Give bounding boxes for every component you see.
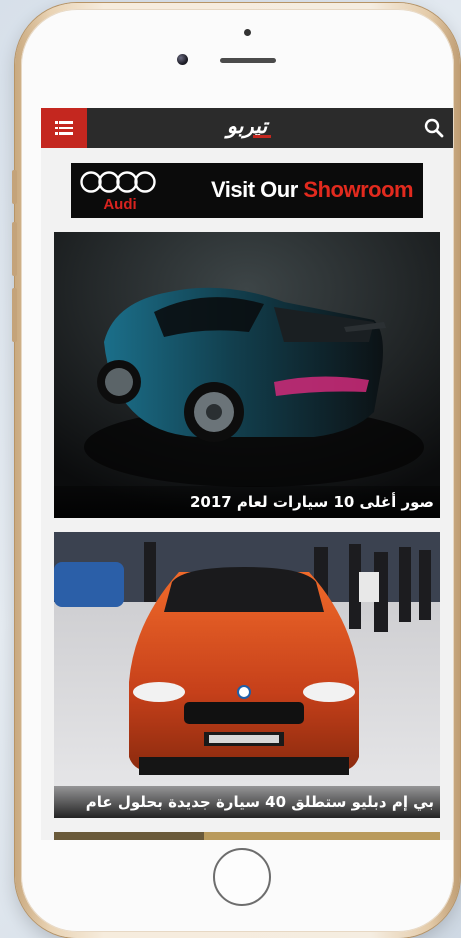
article-card[interactable]: بي إم دبليو ستطلق 40 سيارة جديدة بحلول ع… (54, 532, 440, 818)
article-card[interactable] (54, 832, 440, 840)
top-navigation-bar: تيربو (41, 108, 453, 148)
logo-underline (253, 135, 271, 138)
article-card[interactable]: صور أغلى 10 سيارات لعام 2017 (54, 232, 440, 518)
volume-down-button (12, 288, 17, 342)
home-button[interactable] (213, 848, 271, 906)
app-screen: تيربو Audi Visit Our Showroom صور أغلى 1… (41, 108, 453, 840)
article-image-hypercar (54, 232, 440, 518)
ad-text-main: Visit Our (211, 177, 298, 202)
article-title[interactable]: صور أغلى 10 سيارات لعام 2017 (54, 486, 440, 518)
ad-text-accent: Showroom (303, 177, 414, 202)
article-title[interactable]: بي إم دبليو ستطلق 40 سيارة جديدة بحلول ع… (54, 786, 440, 818)
search-icon[interactable] (423, 117, 445, 139)
proximity-sensor (244, 29, 251, 36)
article-image-partial (54, 832, 440, 840)
site-logo[interactable]: تيربو (201, 112, 293, 142)
audi-rings-icon (80, 171, 156, 193)
volume-up-button (12, 222, 17, 276)
menu-button[interactable] (41, 108, 87, 148)
ad-headline: Visit Our Showroom (211, 177, 414, 203)
front-camera-icon (177, 54, 188, 65)
ad-brand-name: Audi (103, 196, 137, 213)
list-menu-icon (55, 121, 73, 135)
article-image-bmw (54, 532, 440, 818)
earpiece-speaker (220, 58, 276, 63)
audi-ad-banner[interactable]: Audi Visit Our Showroom (71, 163, 423, 218)
mute-switch (12, 170, 17, 204)
